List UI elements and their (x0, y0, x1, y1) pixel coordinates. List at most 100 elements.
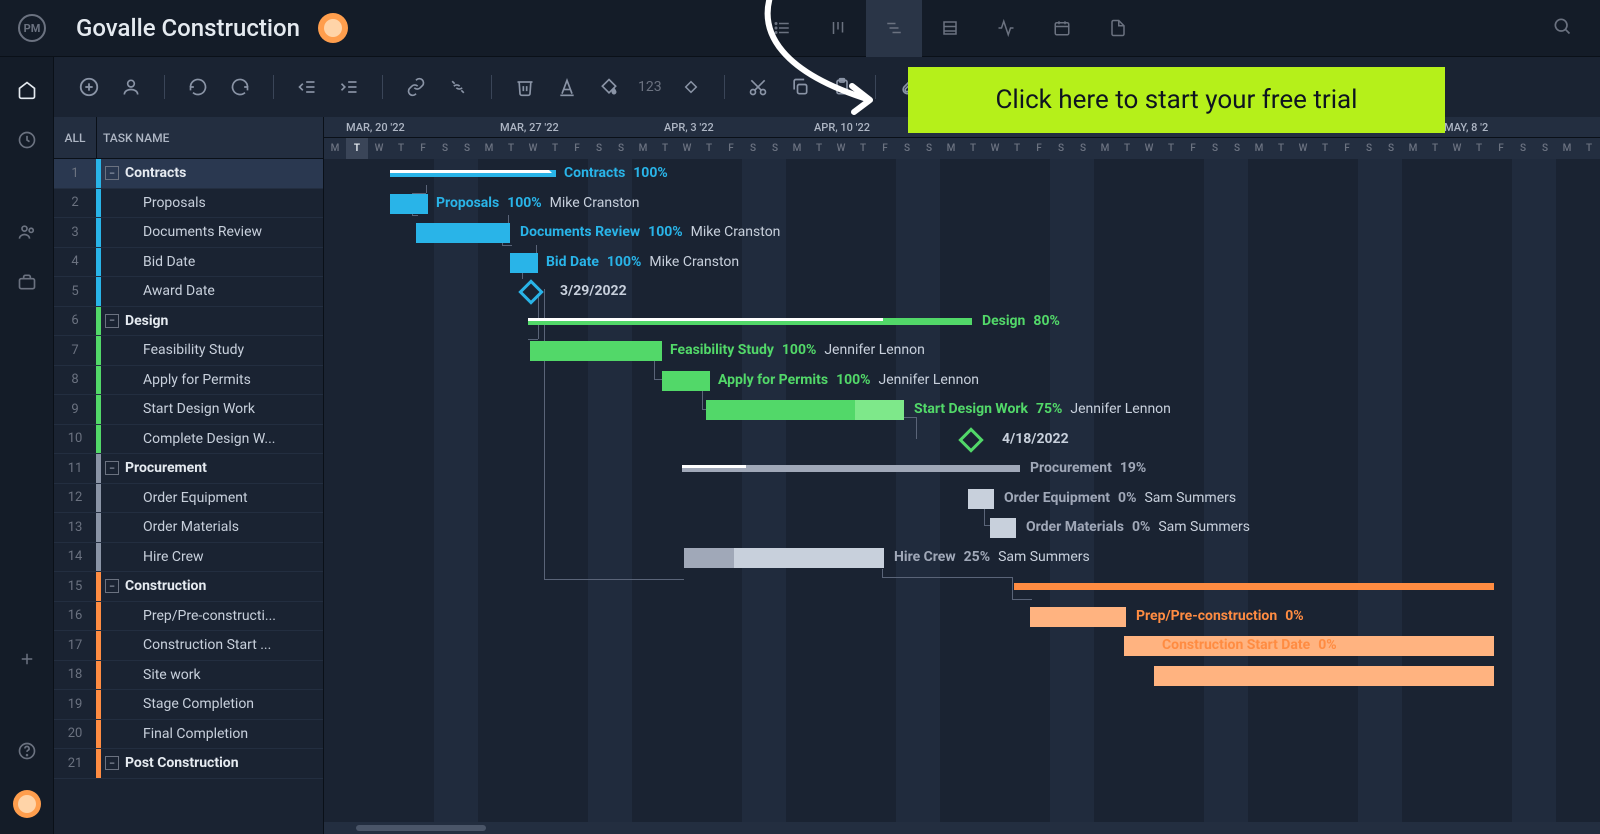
gantt-task-bar[interactable] (530, 341, 662, 361)
link-button[interactable] (403, 74, 429, 100)
gantt-task-bar[interactable] (1030, 607, 1126, 627)
task-row[interactable]: 8 Apply for Permits (54, 366, 323, 396)
unlink-button[interactable] (445, 74, 471, 100)
task-row[interactable]: 20 Final Completion (54, 720, 323, 750)
grid-column (742, 159, 764, 834)
task-row[interactable]: 13 Order Materials (54, 513, 323, 543)
cta-banner[interactable]: Click here to start your free trial (908, 67, 1445, 133)
view-activity-icon[interactable] (978, 0, 1034, 57)
text-style-button[interactable] (554, 74, 580, 100)
gantt-bar-label: Proposals100%Mike Cranston (436, 195, 639, 211)
add-icon[interactable] (16, 648, 38, 670)
task-row[interactable]: 7 Feasibility Study (54, 336, 323, 366)
text-size-label[interactable]: 123 (638, 79, 662, 95)
undo-button[interactable] (185, 74, 211, 100)
task-name-label: Contracts (125, 165, 323, 181)
task-row[interactable]: 1 − Contracts (54, 159, 323, 189)
task-color-stripe (96, 484, 101, 513)
task-row[interactable]: 4 Bid Date (54, 248, 323, 278)
collapse-icon[interactable]: − (105, 756, 119, 770)
task-row[interactable]: 21 − Post Construction (54, 749, 323, 779)
gantt-task-bar[interactable] (968, 489, 994, 509)
grid-column (412, 159, 434, 834)
paste-button[interactable] (829, 74, 855, 100)
day-label: T (346, 138, 368, 159)
milestone-button[interactable] (678, 74, 704, 100)
task-row[interactable]: 10 Complete Design W... (54, 425, 323, 455)
column-header-all[interactable]: ALL (54, 131, 96, 145)
task-row[interactable]: 9 Start Design Work (54, 395, 323, 425)
indent-button[interactable] (336, 74, 362, 100)
gantt-summary-bar[interactable] (390, 170, 556, 177)
user-avatar[interactable] (13, 790, 41, 818)
task-row[interactable]: 14 Hire Crew (54, 543, 323, 573)
task-row[interactable]: 17 Construction Start ... (54, 631, 323, 661)
task-row[interactable]: 11 − Procurement (54, 454, 323, 484)
grid-column (1578, 159, 1600, 834)
gantt-task-bar[interactable] (416, 223, 510, 243)
task-row[interactable]: 3 Documents Review (54, 218, 323, 248)
view-board-icon[interactable] (810, 0, 866, 57)
gantt-summary-bar[interactable] (1014, 583, 1494, 590)
view-gantt-icon[interactable] (866, 0, 922, 57)
fill-color-button[interactable] (596, 74, 622, 100)
task-color-stripe (96, 572, 101, 601)
gantt-body[interactable]: Contracts100%Proposals100%Mike CranstonD… (324, 159, 1600, 834)
task-row[interactable]: 6 − Design (54, 307, 323, 337)
day-label: S (1072, 138, 1094, 159)
collapse-icon[interactable]: − (105, 314, 119, 328)
task-row[interactable]: 12 Order Equipment (54, 484, 323, 514)
view-sheet-icon[interactable] (922, 0, 978, 57)
horizontal-scrollbar[interactable] (324, 822, 1600, 834)
gantt-summary-bar[interactable] (528, 318, 972, 325)
day-label: T (654, 138, 676, 159)
task-number: 12 (54, 490, 96, 505)
view-calendar-icon[interactable] (1034, 0, 1090, 57)
task-row[interactable]: 19 Stage Completion (54, 690, 323, 720)
task-color-stripe (96, 425, 101, 454)
day-label: S (434, 138, 456, 159)
gantt-task-bar[interactable] (510, 253, 538, 273)
search-icon[interactable] (1552, 16, 1572, 40)
task-name-label: Proposals (143, 195, 323, 211)
day-label: S (896, 138, 918, 159)
team-icon[interactable] (16, 221, 38, 243)
gantt-task-bar[interactable] (662, 371, 710, 391)
task-row[interactable]: 16 Prep/Pre-constructi... (54, 602, 323, 632)
task-row[interactable]: 18 Site work (54, 661, 323, 691)
task-name-label: Construction Start ... (143, 637, 323, 653)
column-header-name[interactable]: TASK NAME (97, 131, 169, 145)
home-icon[interactable] (16, 79, 38, 101)
task-color-stripe (96, 513, 101, 542)
delete-button[interactable] (512, 74, 538, 100)
assign-button[interactable] (118, 74, 144, 100)
cut-button[interactable] (745, 74, 771, 100)
copy-button[interactable] (787, 74, 813, 100)
app-logo[interactable]: PM (18, 14, 46, 42)
gantt-summary-bar[interactable] (682, 465, 1020, 472)
task-row[interactable]: 2 Proposals (54, 189, 323, 219)
gantt-task-bar[interactable] (390, 194, 428, 214)
help-icon[interactable] (16, 740, 38, 762)
collapse-icon[interactable]: − (105, 166, 119, 180)
outdent-button[interactable] (294, 74, 320, 100)
grid-column (764, 159, 786, 834)
gantt-task-bar[interactable] (990, 518, 1016, 538)
task-row[interactable]: 5 Award Date (54, 277, 323, 307)
collapse-icon[interactable]: − (105, 579, 119, 593)
redo-button[interactable] (227, 74, 253, 100)
day-label: S (456, 138, 478, 159)
day-label: S (1512, 138, 1534, 159)
task-number: 10 (54, 431, 96, 446)
grid-column (1380, 159, 1402, 834)
briefcase-icon[interactable] (16, 271, 38, 293)
gantt-task-bar[interactable] (1154, 666, 1494, 686)
view-list-icon[interactable] (754, 0, 810, 57)
collapse-icon[interactable]: − (105, 461, 119, 475)
task-row[interactable]: 15 − Construction (54, 572, 323, 602)
view-file-icon[interactable] (1090, 0, 1146, 57)
add-task-button[interactable] (76, 74, 102, 100)
day-label: F (566, 138, 588, 159)
project-avatar[interactable] (318, 13, 348, 43)
recent-icon[interactable] (16, 129, 38, 151)
